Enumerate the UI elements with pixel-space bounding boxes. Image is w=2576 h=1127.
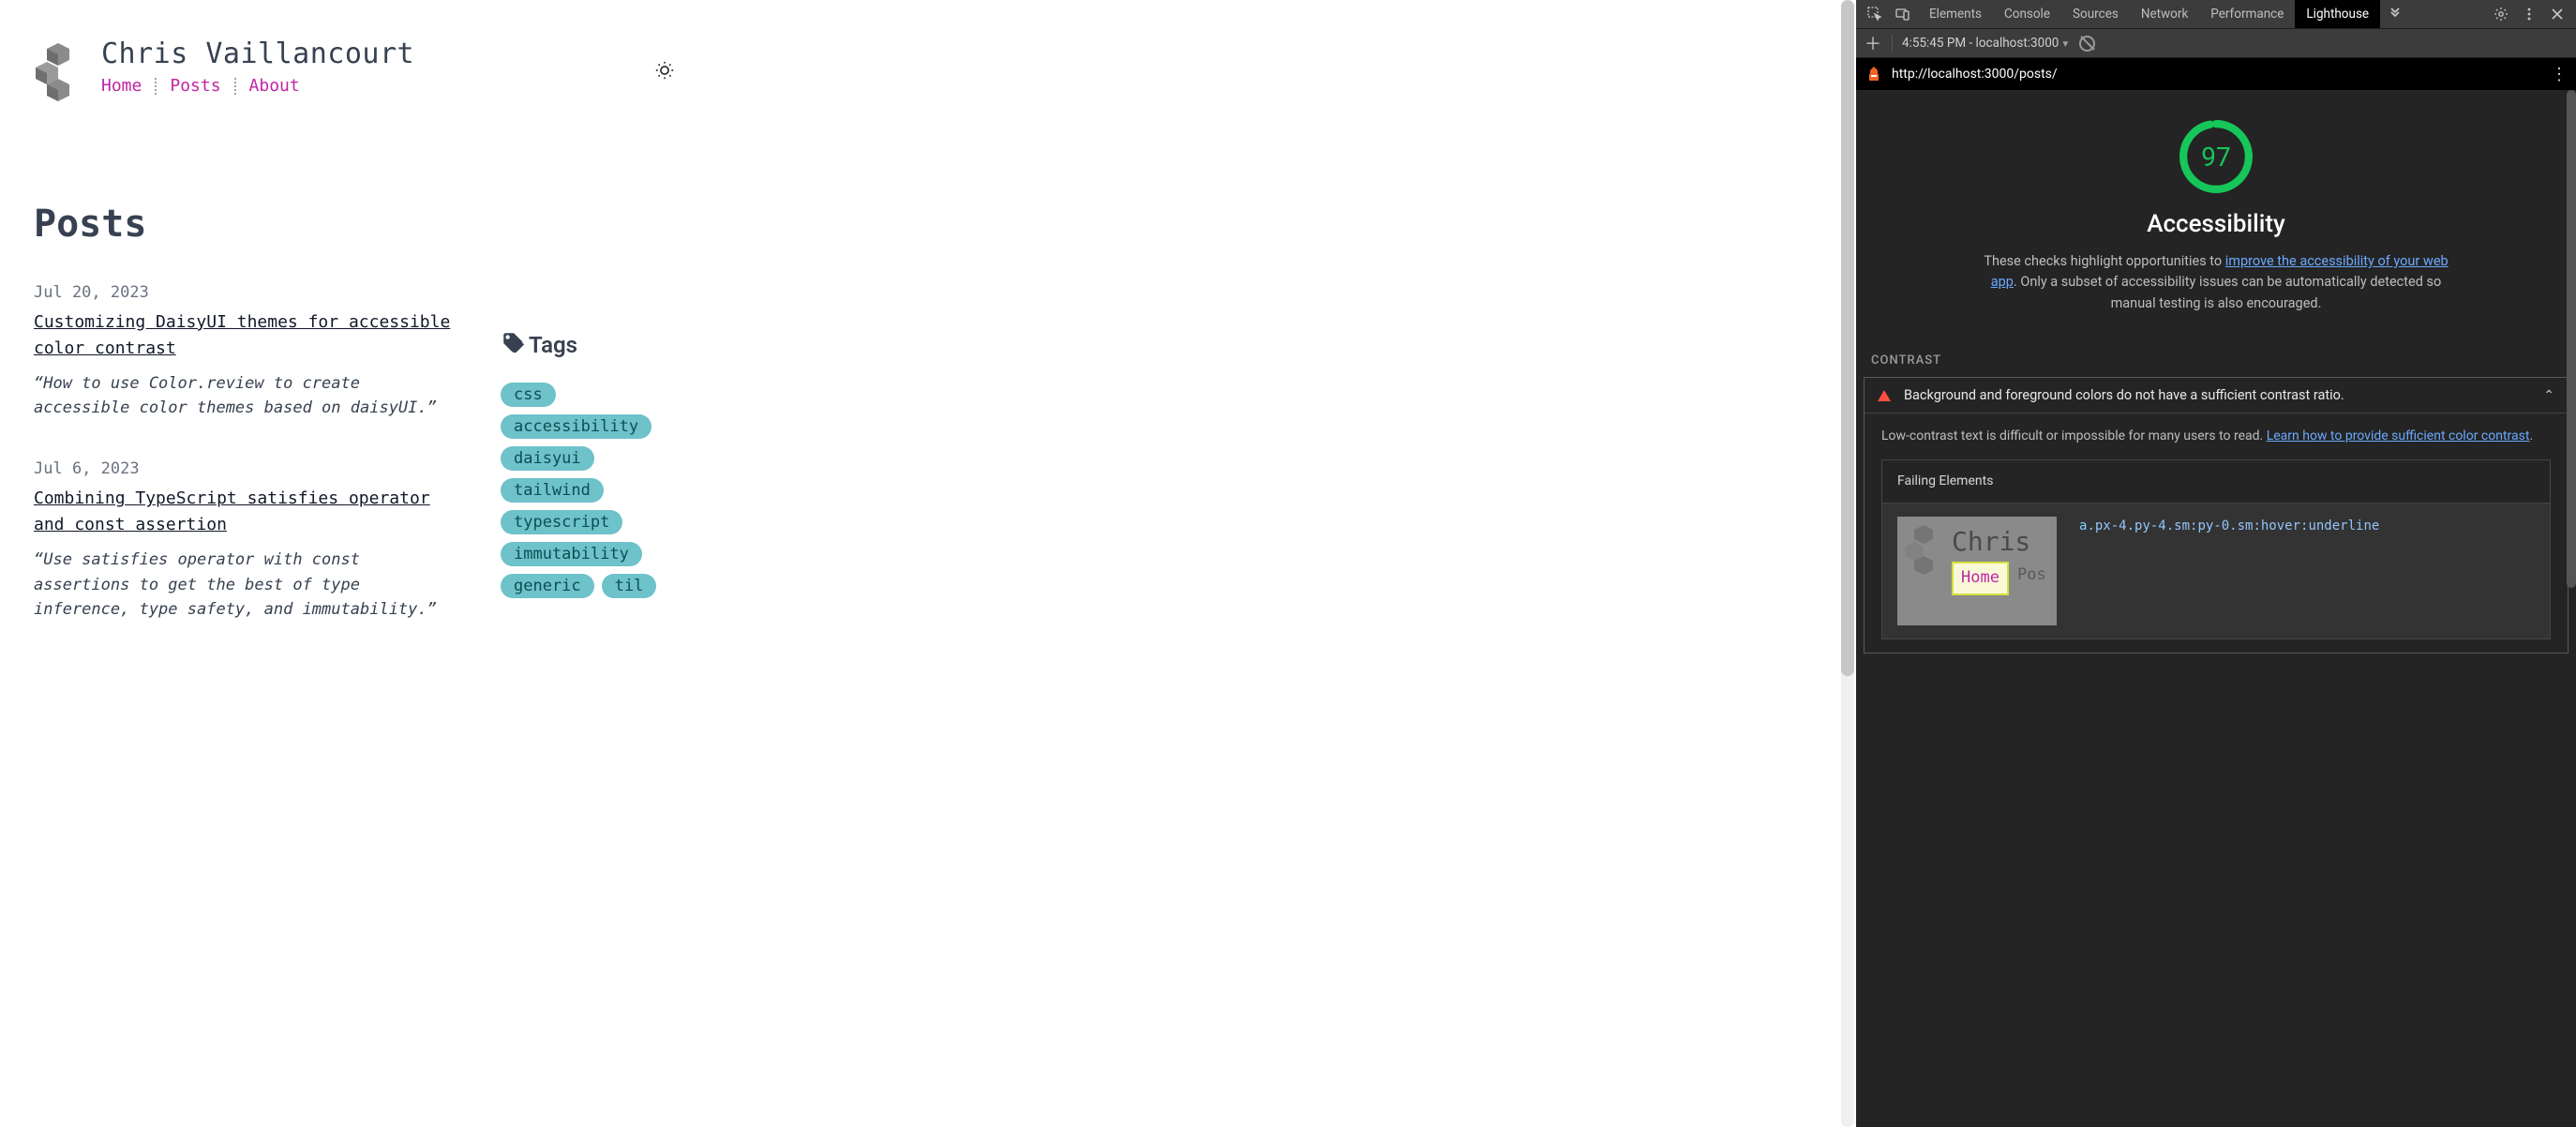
failing-elements-heading: Failing Elements xyxy=(1882,460,2550,503)
devtools-tab-network[interactable]: Network xyxy=(2130,0,2199,28)
tag-generic[interactable]: generic xyxy=(501,574,594,598)
lighthouse-url-bar: http://localhost:3000/posts/ ⋮ xyxy=(1856,58,2576,90)
failing-selector[interactable]: a.px-4.py-4.sm:py-0.sm:hover:underline xyxy=(2079,517,2379,536)
snippet-posts-text: Pos xyxy=(2017,564,2046,588)
more-tabs-icon[interactable] xyxy=(2382,0,2408,28)
chevron-up-icon: ⌃ xyxy=(2543,388,2554,403)
kebab-menu-icon[interactable] xyxy=(2516,0,2542,28)
site-header: Chris Vaillancourt Home Posts About xyxy=(34,34,675,120)
theme-toggle-button[interactable] xyxy=(654,34,675,84)
page-title: Posts xyxy=(34,203,461,246)
report-selector[interactable]: 4:55:45 PM - localhost:3000▼ xyxy=(1902,36,2070,51)
audit-group-label: CONTRAST xyxy=(1856,337,2576,377)
post-date: Jul 20, 2023 xyxy=(34,283,461,302)
post-item: Jul 20, 2023 Customizing DaisyUI themes … xyxy=(34,283,461,420)
element-screenshot[interactable]: Chris Home Pos xyxy=(1897,517,2057,625)
report-menu-icon[interactable]: ⋮ xyxy=(2551,65,2567,84)
post-excerpt: “Use satisfies operator with const asser… xyxy=(34,548,461,622)
device-toolbar-icon[interactable] xyxy=(1890,0,1916,28)
accessibility-score-gauge: 97 xyxy=(2178,118,2254,195)
settings-icon[interactable] xyxy=(2488,0,2514,28)
tags-heading-text: Tags xyxy=(529,332,577,358)
tags-sidebar: Tags css accessibility daisyui tailwind type… xyxy=(501,203,675,661)
fail-triangle-icon xyxy=(1878,390,1891,401)
new-report-button[interactable]: ＋ xyxy=(1864,34,1882,53)
nav-link-home[interactable]: Home xyxy=(101,76,142,96)
devtools-tab-performance[interactable]: Performance xyxy=(2199,0,2295,28)
devtools-tab-elements[interactable]: Elements xyxy=(1918,0,1993,28)
clear-report-icon[interactable] xyxy=(2079,36,2095,52)
failing-elements-panel: Failing Elements Chris Home Pos xyxy=(1881,459,2551,639)
nav-link-about[interactable]: About xyxy=(249,76,300,96)
audit-explanation: Low-contrast text is difficult or imposs… xyxy=(1881,427,2551,446)
devtools-tabbar: ElementsConsoleSourcesNetworkPerformance… xyxy=(1856,0,2576,28)
devtools-tab-console[interactable]: Console xyxy=(1993,0,2061,28)
post-excerpt: “How to use Color.review to create acces… xyxy=(34,371,461,421)
page-scrollbar[interactable] xyxy=(1841,0,1854,1127)
site-logo[interactable] xyxy=(34,34,84,120)
site-title[interactable]: Chris Vaillancourt xyxy=(101,38,414,70)
post-item: Jul 6, 2023 Combining TypeScript satisfi… xyxy=(34,459,461,622)
snippet-home-highlight: Home xyxy=(1952,562,2009,595)
devtools-scrollbar[interactable] xyxy=(2567,90,2576,1127)
webpage-pane: Chris Vaillancourt Home Posts About xyxy=(0,0,1856,1127)
tag-tailwind[interactable]: tailwind xyxy=(501,478,604,503)
devtools-tab-lighthouse[interactable]: Lighthouse xyxy=(2295,0,2380,28)
inspect-element-icon[interactable] xyxy=(1862,0,1888,28)
site-nav: Home Posts About xyxy=(101,76,414,96)
tag-typescript[interactable]: typescript xyxy=(501,510,622,534)
tag-accessibility[interactable]: accessibility xyxy=(501,414,651,439)
nav-separator xyxy=(155,78,157,95)
tags-icon xyxy=(501,330,525,360)
tag-daisyui[interactable]: daisyui xyxy=(501,446,594,471)
category-description: These checks highlight opportunities to … xyxy=(1972,251,2460,314)
score-value: 97 xyxy=(2178,118,2254,195)
post-title-link[interactable]: Combining TypeScript satisfies operator … xyxy=(34,486,461,538)
tag-css[interactable]: css xyxy=(501,383,556,407)
nav-link-posts[interactable]: Posts xyxy=(170,76,220,96)
snippet-title: Chris xyxy=(1952,522,2030,562)
tag-til[interactable]: til xyxy=(602,574,657,598)
lighthouse-run-bar: ＋ 4:55:45 PM - localhost:3000▼ xyxy=(1856,28,2576,58)
audit-toggle[interactable]: Background and foreground colors do not … xyxy=(1865,378,2568,413)
devtools-tab-sources[interactable]: Sources xyxy=(2061,0,2130,28)
audited-url: http://localhost:3000/posts/ xyxy=(1892,67,2541,82)
learn-contrast-link[interactable]: Learn how to provide sufficient color co… xyxy=(2267,428,2530,443)
audit-title: Background and foreground colors do not … xyxy=(1904,387,2530,403)
category-title: Accessibility xyxy=(1894,210,2539,238)
devtools-pane: ElementsConsoleSourcesNetworkPerformance… xyxy=(1856,0,2576,1127)
nav-separator xyxy=(234,78,236,95)
close-devtools-icon[interactable] xyxy=(2544,0,2570,28)
post-date: Jul 6, 2023 xyxy=(34,459,461,478)
post-title-link[interactable]: Customizing DaisyUI themes for accessibl… xyxy=(34,309,461,362)
tag-immutability[interactable]: immutability xyxy=(501,542,642,566)
lighthouse-logo-icon xyxy=(1865,66,1882,83)
audit-item: Background and foreground colors do not … xyxy=(1864,377,2569,654)
